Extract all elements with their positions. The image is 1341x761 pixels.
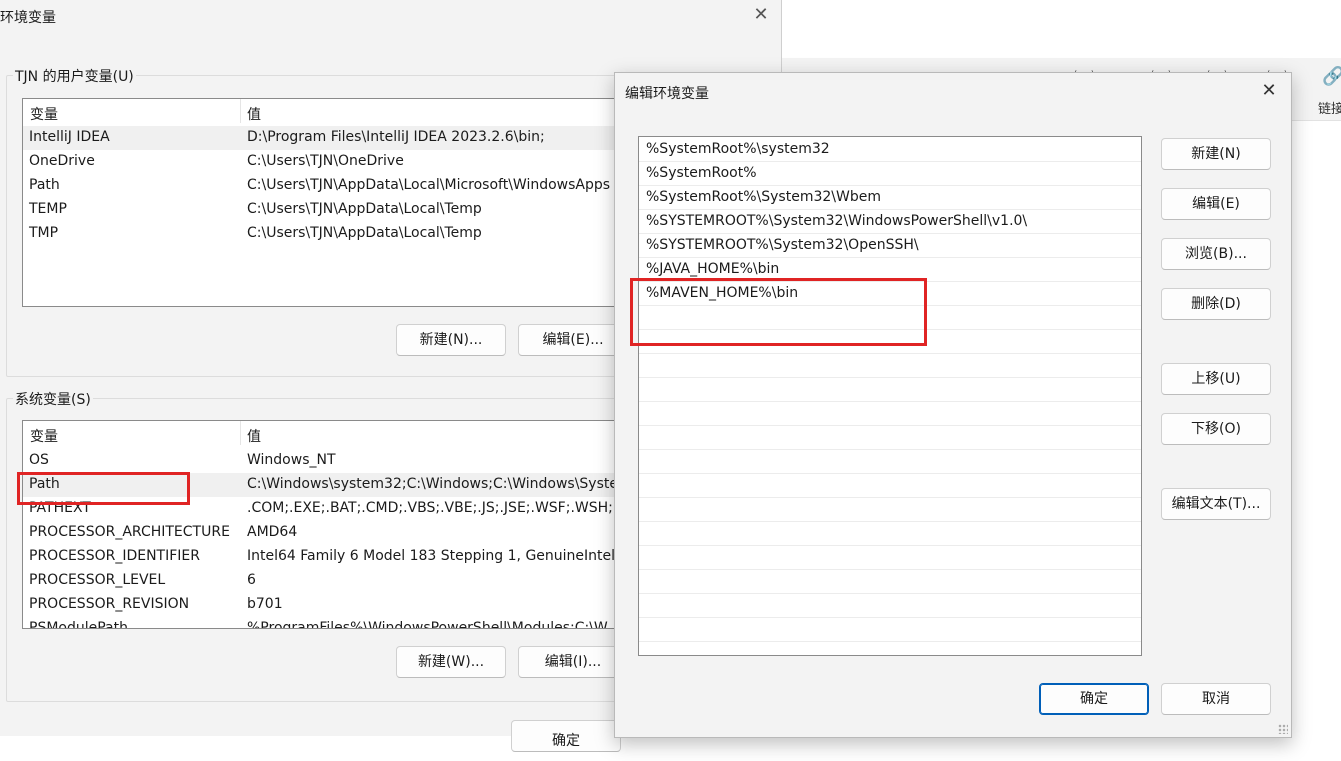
user-new-button[interactable]: 新建(N)...	[396, 324, 506, 356]
user-edit-button[interactable]: 编辑(E)...	[518, 324, 628, 356]
empty-list-row[interactable]	[639, 498, 1141, 522]
close-icon[interactable]: ✕	[750, 2, 772, 28]
edit-text-button[interactable]: 编辑文本(T)...	[1161, 488, 1271, 520]
system-edit-button[interactable]: 编辑(I)...	[518, 646, 628, 678]
column-header-variable[interactable]: 变量	[30, 104, 58, 124]
move-up-button[interactable]: 上移(U)	[1161, 363, 1271, 395]
delete-button[interactable]: 删除(D)	[1161, 288, 1271, 320]
column-header-value[interactable]: 值	[247, 104, 261, 124]
path-entries-list[interactable]: %SystemRoot%\system32 %SystemRoot% %Syst…	[638, 136, 1142, 656]
empty-list-row[interactable]	[639, 522, 1141, 546]
link-icon[interactable]: 🔗	[1322, 66, 1341, 87]
dialog-titlebar[interactable]: 编辑环境变量 ✕	[615, 73, 1291, 111]
empty-list-row[interactable]	[639, 474, 1141, 498]
edit-environment-variable-dialog: 编辑环境变量 ✕ %SystemRoot%\system32 %SystemRo…	[614, 72, 1292, 738]
empty-list-row[interactable]	[639, 426, 1141, 450]
move-down-button[interactable]: 下移(O)	[1161, 413, 1271, 445]
browse-button[interactable]: 浏览(B)...	[1161, 238, 1271, 270]
list-item[interactable]: %SYSTEMROOT%\System32\WindowsPowerShell\…	[639, 210, 1141, 234]
empty-list-row[interactable]	[639, 594, 1141, 618]
column-separator[interactable]	[240, 421, 241, 445]
edit-button[interactable]: 编辑(E)	[1161, 188, 1271, 220]
list-item[interactable]: %SYSTEMROOT%\System32\OpenSSH\	[639, 234, 1141, 258]
empty-list-row[interactable]	[639, 378, 1141, 402]
ok-button[interactable]: 确定	[1039, 683, 1149, 715]
list-item[interactable]: %SystemRoot%\system32	[639, 138, 1141, 162]
list-item[interactable]: %MAVEN_HOME%\bin	[639, 282, 1141, 306]
close-icon[interactable]: ✕	[1257, 79, 1281, 103]
column-header-variable[interactable]: 变量	[30, 426, 58, 446]
window-title: 环境变量	[0, 10, 56, 26]
resize-grip-icon[interactable]	[1278, 724, 1288, 734]
empty-list-row[interactable]	[639, 570, 1141, 594]
column-header-value[interactable]: 值	[247, 426, 261, 446]
cancel-button[interactable]: 取消	[1161, 683, 1271, 715]
empty-list-row[interactable]	[639, 354, 1141, 378]
empty-list-row[interactable]	[639, 306, 1141, 330]
env-ok-button[interactable]: 确定	[511, 720, 621, 752]
empty-list-row[interactable]	[639, 402, 1141, 426]
list-item[interactable]: %SystemRoot%\System32\Wbem	[639, 186, 1141, 210]
system-new-button[interactable]: 新建(W)...	[396, 646, 506, 678]
empty-list-row[interactable]	[639, 330, 1141, 354]
new-button[interactable]: 新建(N)	[1161, 138, 1271, 170]
user-variables-label: TJN 的用户变量(U)	[13, 66, 136, 86]
empty-list-row[interactable]	[639, 546, 1141, 570]
system-variables-label: 系统变量(S)	[13, 389, 93, 409]
list-item[interactable]: %JAVA_HOME%\bin	[639, 258, 1141, 282]
list-item[interactable]: %SystemRoot%	[639, 162, 1141, 186]
link-label[interactable]: 链接	[1318, 98, 1341, 117]
empty-list-row[interactable]	[639, 618, 1141, 642]
column-separator[interactable]	[240, 99, 241, 123]
empty-list-row[interactable]	[639, 450, 1141, 474]
dialog-title: 编辑环境变量	[625, 86, 709, 102]
